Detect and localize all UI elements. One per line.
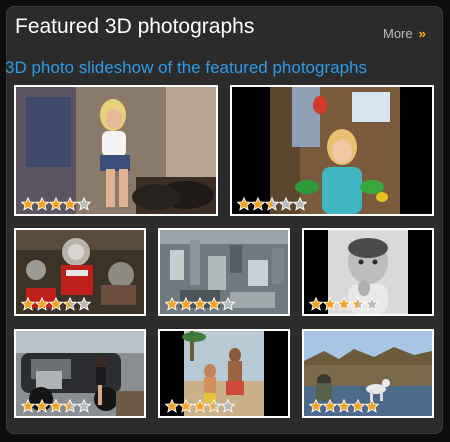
slideshow-link[interactable]: 3D photo slideshow of the featured photo… — [5, 58, 367, 78]
star-filled-icon — [35, 297, 49, 311]
star-filled-icon — [179, 297, 193, 311]
star-filled-icon — [237, 197, 251, 211]
star-filled-icon — [49, 297, 63, 311]
photo-thumbnail-5[interactable] — [302, 228, 434, 316]
star-rating — [237, 197, 307, 211]
star-filled-icon — [35, 399, 49, 413]
star-filled-icon — [193, 297, 207, 311]
star-filled-icon — [337, 399, 351, 413]
more-label: More — [383, 26, 413, 41]
photo-woman-sitting — [16, 87, 216, 214]
star-empty-icon — [77, 297, 91, 311]
star-rating — [21, 297, 91, 311]
star-filled-icon — [251, 197, 265, 211]
star-filled-icon — [207, 297, 221, 311]
star-filled-icon — [21, 399, 35, 413]
star-half-icon — [63, 399, 77, 413]
star-empty-icon — [77, 399, 91, 413]
photo-thumbnail-1[interactable] — [14, 85, 218, 216]
photo-thumbnail-7[interactable] — [158, 329, 290, 418]
photo-thumbnail-3[interactable] — [14, 228, 146, 316]
star-filled-icon — [165, 399, 179, 413]
star-filled-icon — [337, 297, 351, 311]
star-rating — [309, 399, 379, 413]
star-empty-icon — [221, 399, 235, 413]
star-filled-icon — [309, 297, 323, 311]
photo-thumbnail-2[interactable] — [230, 85, 434, 216]
star-filled-icon — [21, 297, 35, 311]
star-filled-icon — [193, 399, 207, 413]
star-filled-icon — [309, 399, 323, 413]
star-half-icon — [265, 197, 279, 211]
star-filled-icon — [351, 399, 365, 413]
chevron-right-icon: » — [418, 26, 426, 41]
star-empty-icon — [279, 197, 293, 211]
star-filled-icon — [323, 399, 337, 413]
star-rating — [165, 297, 235, 311]
photo-girl-with-parrots — [232, 87, 432, 214]
star-empty-icon — [221, 297, 235, 311]
star-rating — [309, 297, 379, 311]
photo-thumbnail-6[interactable] — [14, 329, 146, 418]
star-filled-icon — [165, 297, 179, 311]
star-filled-icon — [179, 399, 193, 413]
star-rating — [165, 399, 235, 413]
star-filled-icon — [365, 399, 379, 413]
star-empty-icon — [365, 297, 379, 311]
star-filled-icon — [21, 197, 35, 211]
star-empty-icon — [293, 197, 307, 211]
photo-thumbnail-8[interactable] — [302, 329, 434, 418]
star-half-icon — [351, 297, 365, 311]
star-filled-icon — [49, 197, 63, 211]
star-filled-icon — [63, 197, 77, 211]
photo-thumbnail-4[interactable] — [158, 228, 290, 316]
star-half-icon — [207, 399, 221, 413]
widget-title: Featured 3D photographs — [15, 15, 255, 38]
star-rating — [21, 197, 91, 211]
star-rating — [21, 399, 91, 413]
star-half-icon — [63, 297, 77, 311]
star-filled-icon — [49, 399, 63, 413]
star-empty-icon — [77, 197, 91, 211]
star-filled-icon — [35, 197, 49, 211]
star-filled-icon — [323, 297, 337, 311]
more-link[interactable]: More » — [383, 26, 426, 41]
